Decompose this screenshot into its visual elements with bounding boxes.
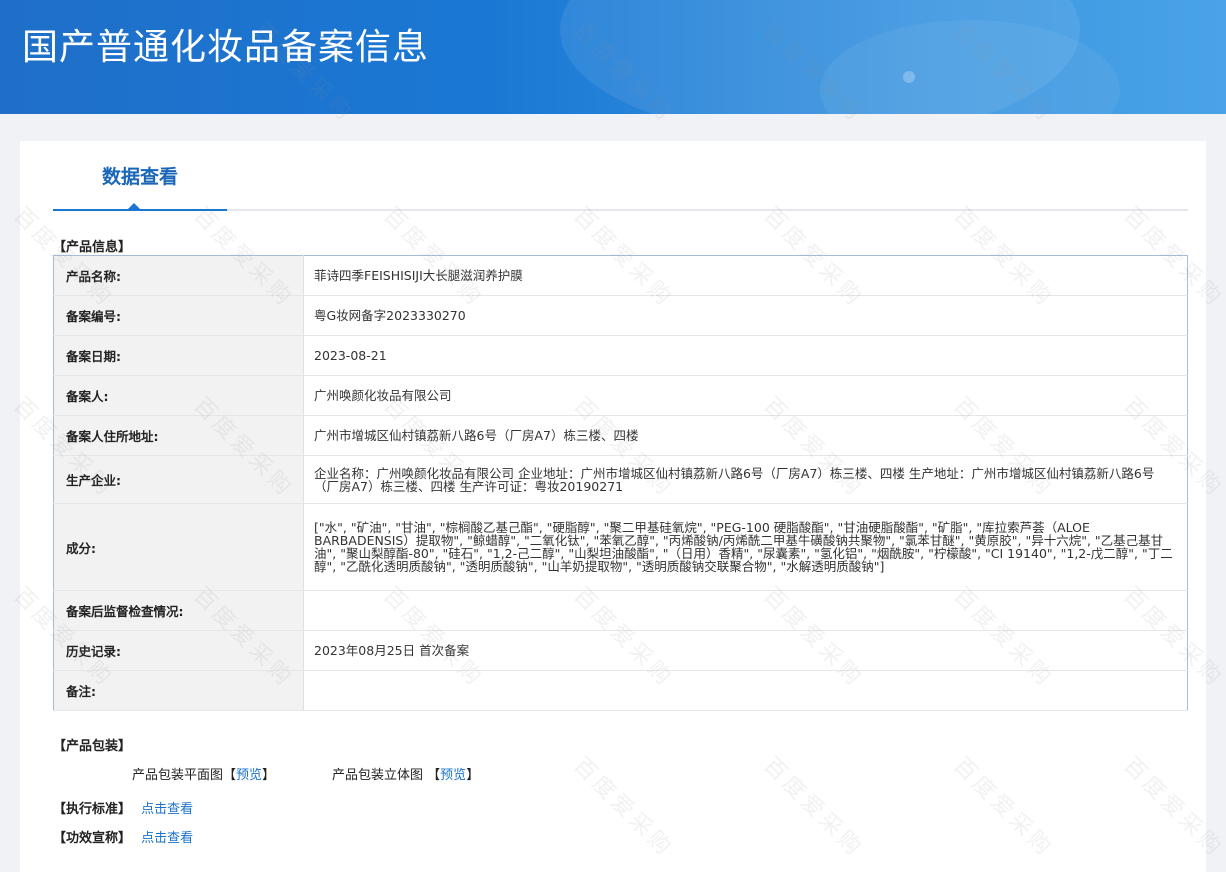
packaging-3d-label: 产品包装立体图: [332, 768, 424, 783]
table-row: 备案人: 广州唤颜化妆品有限公司: [53, 375, 1188, 416]
packaging-flat-item: 产品包装平面图【预览】: [132, 764, 275, 783]
standard-label: 【执行标准】: [53, 802, 132, 817]
row-label: 历史记录:: [53, 630, 304, 671]
packaging-3d-item: 产品包装立体图 【预览】: [332, 764, 479, 783]
table-row: 备案日期: 2023-08-21: [53, 335, 1188, 376]
product-info-table: 产品名称: 菲诗四季FEISHISIJI大长腿滋润养护膜 备案编号: 粤G妆网备…: [53, 255, 1188, 711]
3d-preview-link[interactable]: 预览: [440, 768, 466, 783]
row-value: 2023年08月25日 首次备案: [303, 630, 1188, 671]
row-label: 生产企业:: [53, 455, 304, 504]
table-row: 产品名称: 菲诗四季FEISHISIJI大长腿滋润养护膜: [53, 255, 1188, 296]
table-row: 成分: ["水", "矿油", "甘油", "棕榈酸乙基己酯", "硬脂醇", …: [53, 503, 1188, 591]
table-row: 历史记录: 2023年08月25日 首次备案: [53, 630, 1188, 671]
row-value: 广州市增城区仙村镇荔新八路6号（厂房A7）栋三楼、四楼: [303, 415, 1188, 456]
table-row: 备案后监督检查情况:: [53, 590, 1188, 631]
standard-view-link[interactable]: 点击查看: [141, 802, 193, 817]
active-tab-caret-icon: [127, 203, 141, 210]
bracket: 【: [427, 768, 441, 783]
row-value: 粤G妆网备字2023330270: [303, 295, 1188, 336]
efficacy-row: 【功效宣称】 点击查看: [53, 827, 193, 846]
row-label: 备案日期:: [53, 335, 304, 376]
efficacy-label: 【功效宣称】: [53, 831, 132, 846]
row-label: 产品名称:: [53, 255, 304, 296]
row-value: 企业名称：广州唤颜化妆品有限公司 企业地址：广州市增城区仙村镇荔新八路6号（厂房…: [303, 455, 1188, 504]
table-row: 备案人住所地址: 广州市增城区仙村镇荔新八路6号（厂房A7）栋三楼、四楼: [53, 415, 1188, 456]
row-label: 备案人:: [53, 375, 304, 416]
tab-bar: 数据查看: [53, 141, 1188, 211]
product-info-heading: 【产品信息】: [53, 240, 132, 255]
efficacy-view-link[interactable]: 点击查看: [141, 831, 193, 846]
tab-data-view[interactable]: 数据查看: [53, 141, 227, 211]
bracket: 】: [466, 768, 480, 783]
row-value: [303, 590, 1188, 631]
row-value: ["水", "矿油", "甘油", "棕榈酸乙基己酯", "硬脂醇", "聚二甲…: [303, 503, 1188, 591]
table-row: 备案编号: 粤G妆网备字2023330270: [53, 295, 1188, 336]
bracket: 【: [223, 768, 237, 783]
row-value: 菲诗四季FEISHISIJI大长腿滋润养护膜: [303, 255, 1188, 296]
table-row: 备注:: [53, 670, 1188, 711]
row-label: 备案后监督检查情况:: [53, 590, 304, 631]
page-title: 国产普通化妆品备案信息: [22, 27, 430, 68]
row-label: 备案人住所地址:: [53, 415, 304, 456]
row-label: 备注:: [53, 670, 304, 711]
content-card: 数据查看 【产品信息】 产品名称: 菲诗四季FEISHISIJI大长腿滋润养护膜…: [20, 141, 1206, 872]
banner-dot: [903, 71, 915, 83]
header-banner: 国产普通化妆品备案信息: [0, 0, 1226, 114]
packaging-heading: 【产品包装】: [53, 739, 132, 754]
flat-preview-link[interactable]: 预览: [236, 768, 262, 783]
row-value: 2023-08-21: [303, 335, 1188, 376]
row-value: [303, 670, 1188, 711]
tab-label: 数据查看: [101, 165, 178, 188]
row-label: 备案编号:: [53, 295, 304, 336]
packaging-flat-label: 产品包装平面图: [132, 768, 224, 783]
row-value: 广州唤颜化妆品有限公司: [303, 375, 1188, 416]
bracket: 】: [262, 768, 276, 783]
table-row: 生产企业: 企业名称：广州唤颜化妆品有限公司 企业地址：广州市增城区仙村镇荔新八…: [53, 455, 1188, 504]
standard-row: 【执行标准】 点击查看: [53, 798, 193, 817]
row-label: 成分:: [53, 503, 304, 591]
